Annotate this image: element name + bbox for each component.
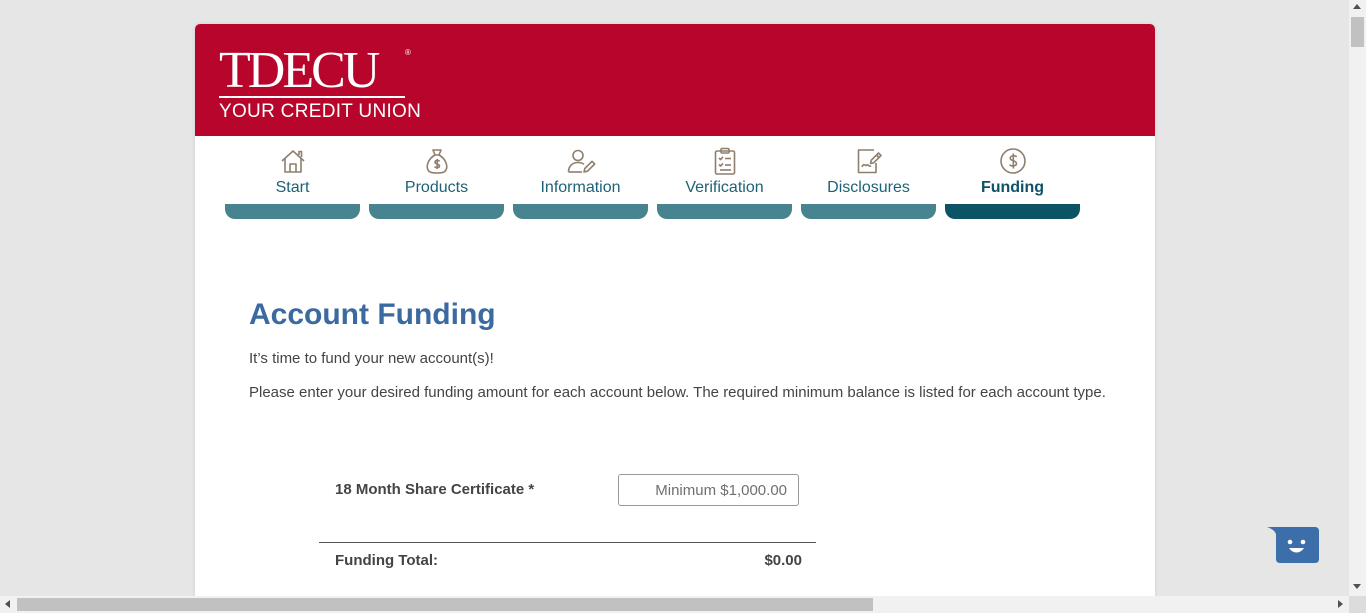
house-icon	[278, 146, 308, 176]
chat-eye-right	[1300, 539, 1306, 545]
step-start[interactable]: Start	[225, 140, 360, 224]
step-bar-information	[513, 204, 648, 219]
account-label: 18 Month Share Certificate *	[335, 481, 535, 498]
vertical-scrollbar[interactable]	[1349, 0, 1366, 596]
step-label-verification: Verification	[685, 179, 764, 196]
header-banner: TDECU ® YOUR CREDIT UNION	[195, 24, 1155, 136]
step-bar-products	[369, 204, 504, 219]
step-label-disclosures: Disclosures	[827, 179, 910, 196]
step-label-products: Products	[404, 179, 469, 196]
funding-total-value: $0.00	[764, 552, 802, 569]
step-bar-disclosures	[801, 204, 936, 219]
scroll-right-arrow-icon[interactable]	[1338, 600, 1343, 608]
scroll-left-arrow-icon[interactable]	[5, 600, 10, 608]
chat-bubble-shape	[1267, 527, 1319, 563]
intro-text: It’s time to fund your new account(s)!	[249, 350, 494, 367]
step-verification[interactable]: Verification	[657, 140, 792, 224]
money-bag-icon	[422, 146, 452, 176]
step-information[interactable]: Information	[513, 140, 648, 224]
scroll-down-arrow-icon[interactable]	[1353, 584, 1361, 589]
step-label-start: Start	[275, 179, 310, 196]
step-bar-funding	[945, 204, 1080, 219]
clipboard-checklist-icon	[710, 146, 740, 176]
chat-eye-left	[1287, 539, 1293, 545]
scroll-up-arrow-icon[interactable]	[1353, 4, 1361, 9]
horizontal-scrollbar[interactable]	[0, 596, 1349, 613]
dollar-circle-icon	[998, 146, 1028, 176]
tdecu-logo[interactable]: TDECU ® YOUR CREDIT UNION	[219, 42, 422, 126]
document-sign-icon	[854, 146, 884, 176]
chat-assistant-button[interactable]	[1267, 525, 1320, 565]
funding-total-label: Funding Total:	[335, 552, 439, 569]
step-label-information: Information	[540, 179, 621, 196]
vertical-scroll-thumb[interactable]	[1351, 17, 1364, 47]
step-bar-verification	[657, 204, 792, 219]
logo-subtitle: YOUR CREDIT UNION	[219, 101, 422, 122]
step-bar-start	[225, 204, 360, 219]
step-funding[interactable]: Funding	[945, 140, 1080, 224]
registered-mark: ®	[405, 48, 411, 57]
logo-wordmark: TDECU	[219, 42, 380, 99]
step-label-funding: Funding	[980, 179, 1045, 196]
page-title: Account Funding	[249, 298, 496, 331]
progress-steps: Start Products Information Verification …	[225, 140, 1095, 224]
step-disclosures[interactable]: Disclosures	[801, 140, 936, 224]
user-edit-icon	[566, 146, 596, 176]
logo-rule	[219, 96, 405, 98]
instructions-text: Please enter your desired funding amount…	[249, 384, 1106, 401]
total-divider	[319, 542, 816, 543]
step-products[interactable]: Products	[369, 140, 504, 224]
scrollbar-corner	[1349, 596, 1366, 613]
funding-section: Account Funding It’s time to fund your n…	[249, 294, 1119, 405]
funding-amount-input[interactable]	[618, 474, 799, 506]
horizontal-scroll-thumb[interactable]	[17, 598, 873, 611]
